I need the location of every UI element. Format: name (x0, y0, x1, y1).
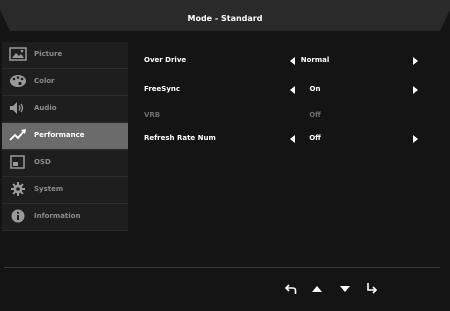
sidebar-item-label: Performance (34, 131, 85, 139)
right-arrow-icon[interactable] (413, 57, 419, 65)
setting-value: Off (309, 134, 321, 142)
sidebar-item-label: Information (34, 212, 81, 220)
setting-label: Refresh Rate Num (144, 134, 216, 142)
title-bar: Mode - Standard (0, 0, 450, 40)
right-arrow-icon[interactable] (413, 135, 419, 143)
osd-menu: Mode - Standard Picture Color Audio Perf… (0, 0, 450, 311)
palette-icon (10, 75, 26, 87)
sidebar-item-label: Audio (34, 104, 57, 112)
sidebar-item-color[interactable]: Color (2, 69, 128, 96)
performance-icon (9, 129, 26, 141)
sidebar-menu: Picture Color Audio Performance OSD Syst… (2, 42, 128, 232)
back-icon[interactable] (285, 283, 297, 295)
setting-value: Off (309, 111, 321, 119)
setting-vrb: VRB Off (140, 106, 430, 126)
sidebar-item-system[interactable]: System (2, 177, 128, 204)
setting-label: VRB (144, 111, 161, 119)
sidebar-item-picture[interactable]: Picture (2, 42, 128, 69)
osd-icon (10, 155, 25, 169)
mode-title: Mode - Standard (187, 14, 263, 23)
enter-icon[interactable] (366, 283, 378, 295)
right-arrow-icon[interactable] (413, 86, 419, 94)
sidebar-item-audio[interactable]: Audio (2, 96, 128, 123)
speaker-icon (10, 102, 24, 114)
setting-value: Normal (300, 56, 330, 64)
setting-value: On (309, 85, 321, 93)
sidebar-item-label: Picture (34, 50, 63, 58)
setting-freesync[interactable]: FreeSync On (140, 80, 430, 100)
sidebar-item-information[interactable]: Information (2, 204, 128, 231)
gear-icon (11, 182, 25, 196)
sidebar-item-label: Color (34, 77, 55, 85)
down-arrow-icon[interactable] (340, 285, 350, 293)
sidebar-item-label: OSD (34, 158, 51, 166)
footer-divider (4, 267, 440, 268)
sidebar-item-label: System (34, 185, 64, 193)
up-arrow-icon[interactable] (312, 285, 322, 293)
info-icon (11, 209, 25, 223)
setting-label: FreeSync (144, 85, 181, 93)
setting-label: Over Drive (144, 56, 187, 64)
sidebar-item-osd[interactable]: OSD (2, 150, 128, 177)
sidebar-item-performance[interactable]: Performance (2, 123, 128, 150)
setting-refresh-rate-num[interactable]: Refresh Rate Num Off (140, 129, 430, 149)
picture-icon (9, 47, 27, 61)
setting-over-drive[interactable]: Over Drive Normal (140, 51, 430, 71)
